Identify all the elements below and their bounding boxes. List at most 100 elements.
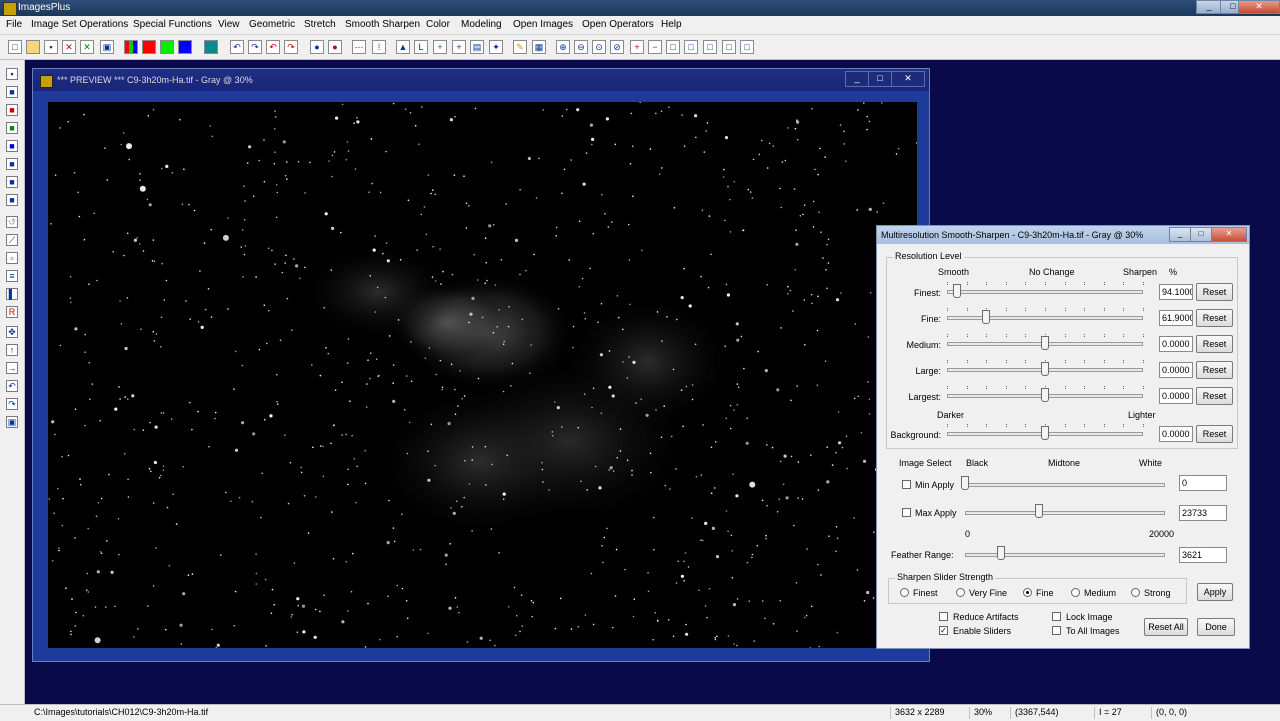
crop-icon[interactable]: R	[6, 306, 18, 318]
dialog-close-button[interactable]: ✕	[1211, 227, 1247, 242]
min-apply-slider-thumb[interactable]	[961, 476, 969, 490]
preview-close-button[interactable]: ✕	[891, 71, 925, 87]
histogram-icon[interactable]: ▤	[470, 40, 484, 54]
open-icon[interactable]	[26, 40, 40, 54]
frame4-icon[interactable]: □	[722, 40, 736, 54]
fine-value-field[interactable]: 61.9000	[1159, 310, 1193, 326]
menu-open-images[interactable]: Open Images	[513, 19, 573, 30]
menu-open-operators[interactable]: Open Operators	[582, 19, 654, 30]
feather-range-field[interactable]: 3621	[1179, 547, 1227, 563]
finest-reset-button[interactable]: Reset	[1196, 283, 1233, 301]
reduce-artifacts-checkbox[interactable]	[939, 612, 948, 621]
close-green-icon[interactable]: ✕	[80, 40, 94, 54]
dialog-minimize-button[interactable]: _	[1169, 227, 1191, 242]
copy-icon[interactable]: ▣	[100, 40, 114, 54]
info-icon[interactable]: ▣	[6, 416, 18, 428]
max-apply-field[interactable]: 23733	[1179, 505, 1227, 521]
grid-icon[interactable]	[204, 40, 218, 54]
background-reset-button[interactable]: Reset	[1196, 425, 1233, 443]
magic-icon[interactable]: ✦	[489, 40, 503, 54]
frame2-icon[interactable]: □	[684, 40, 698, 54]
zoom-actual-icon[interactable]: ⊘	[610, 40, 624, 54]
dialog-maximize-button[interactable]: □	[1190, 227, 1212, 242]
menu-modeling[interactable]: Modeling	[461, 19, 502, 30]
rgb-channels-icon[interactable]	[124, 40, 138, 54]
zoom-fit-icon[interactable]: ⊙	[592, 40, 606, 54]
finest-slider-track[interactable]	[947, 290, 1143, 294]
axis-icon[interactable]: L	[414, 40, 428, 54]
menu-view[interactable]: View	[218, 19, 240, 30]
feather-range-track[interactable]	[965, 553, 1165, 557]
menu-help[interactable]: Help	[661, 19, 682, 30]
blue-square-icon[interactable]: ■	[6, 140, 18, 152]
ruler-icon[interactable]: ⟋	[6, 234, 18, 246]
strength-finest-radio[interactable]	[900, 588, 909, 597]
levels-icon[interactable]: ≡	[6, 270, 18, 282]
record-icon[interactable]: ●	[310, 40, 324, 54]
zoom-add-icon[interactable]: +	[630, 40, 644, 54]
medium-slider-thumb[interactable]	[1041, 336, 1049, 350]
right-arrow-icon[interactable]: →	[6, 362, 18, 374]
finest-value-field[interactable]: 94.1000	[1159, 284, 1193, 300]
close-app-button[interactable]: ✕	[1238, 0, 1280, 14]
menu-geometric[interactable]: Geometric	[249, 19, 295, 30]
min-apply-track[interactable]	[965, 483, 1165, 487]
new-icon[interactable]: □	[8, 40, 22, 54]
large-reset-button[interactable]: Reset	[1196, 361, 1233, 379]
nebula-image[interactable]	[48, 102, 917, 648]
green-square-icon[interactable]: ■	[6, 122, 18, 134]
redo-all-icon[interactable]: ↷	[284, 40, 298, 54]
pencil-icon[interactable]: ✎	[513, 40, 527, 54]
black-square-icon[interactable]: ■	[6, 86, 18, 98]
reset-all-button[interactable]: Reset All	[1144, 618, 1188, 636]
menu-smooth-sharpen[interactable]: Smooth Sharpen	[345, 19, 420, 30]
fine-slider-track[interactable]	[947, 316, 1143, 320]
max-apply-checkbox[interactable]	[902, 508, 911, 517]
strength-very-fine-radio[interactable]	[956, 588, 965, 597]
largest-slider-thumb[interactable]	[1041, 388, 1049, 402]
done-button[interactable]: Done	[1197, 618, 1235, 636]
zoom-in-icon[interactable]: ⊕	[556, 40, 570, 54]
select-icon[interactable]: ▫	[6, 252, 18, 264]
fine-slider-thumb[interactable]	[982, 310, 991, 324]
zoom-out-icon[interactable]: ⊖	[574, 40, 588, 54]
finest-slider-thumb[interactable]	[952, 284, 961, 298]
zoom-sub-icon[interactable]: −	[648, 40, 662, 54]
lock-image-checkbox[interactable]	[1052, 612, 1061, 621]
min-apply-checkbox[interactable]	[902, 480, 911, 489]
palette-icon[interactable]: ▦	[532, 40, 546, 54]
strength-strong-radio[interactable]	[1131, 588, 1140, 597]
up-arrow-icon[interactable]: ↑	[6, 344, 18, 356]
bar-icon[interactable]: ▌	[6, 288, 18, 300]
background-slider-thumb[interactable]	[1041, 426, 1049, 440]
dots-icon[interactable]: ⋯	[352, 40, 366, 54]
mask-icon[interactable]: ■	[6, 194, 18, 206]
red-channel-icon[interactable]	[142, 40, 156, 54]
preview-maximize-button[interactable]: □	[868, 71, 892, 87]
close-red-icon[interactable]: ✕	[62, 40, 76, 54]
feather-range-slider-thumb[interactable]	[997, 546, 1005, 560]
largest-reset-button[interactable]: Reset	[1196, 387, 1233, 405]
save-icon[interactable]: ▪	[6, 68, 18, 80]
apply-button[interactable]: Apply	[1197, 583, 1233, 601]
enable-sliders-checkbox[interactable]: ✓	[939, 626, 948, 635]
swap-icon[interactable]: ■	[6, 158, 18, 170]
rotate-left-icon[interactable]: ↶	[6, 380, 18, 392]
refresh-icon[interactable]: ↺	[6, 216, 18, 228]
menu-special-functions[interactable]: Special Functions	[133, 19, 212, 30]
stop-icon[interactable]: ●	[328, 40, 342, 54]
rotate-right-icon[interactable]: ↷	[6, 398, 18, 410]
max-apply-track[interactable]	[965, 511, 1165, 515]
largest-value-field[interactable]: 0.0000	[1159, 388, 1193, 404]
undo-icon[interactable]: ↶	[230, 40, 244, 54]
large-slider-thumb[interactable]	[1041, 362, 1049, 376]
minimize-button[interactable]: _	[1196, 0, 1222, 14]
large-value-field[interactable]: 0.0000	[1159, 362, 1193, 378]
frame3-icon[interactable]: □	[703, 40, 717, 54]
crosshair-icon[interactable]: ⁞	[372, 40, 386, 54]
fill-icon[interactable]: ■	[6, 176, 18, 188]
cross-icon[interactable]: +	[452, 40, 466, 54]
strength-medium-radio[interactable]	[1071, 588, 1080, 597]
preview-minimize-button[interactable]: _	[845, 71, 869, 87]
red-square-icon[interactable]: ■	[6, 104, 18, 116]
